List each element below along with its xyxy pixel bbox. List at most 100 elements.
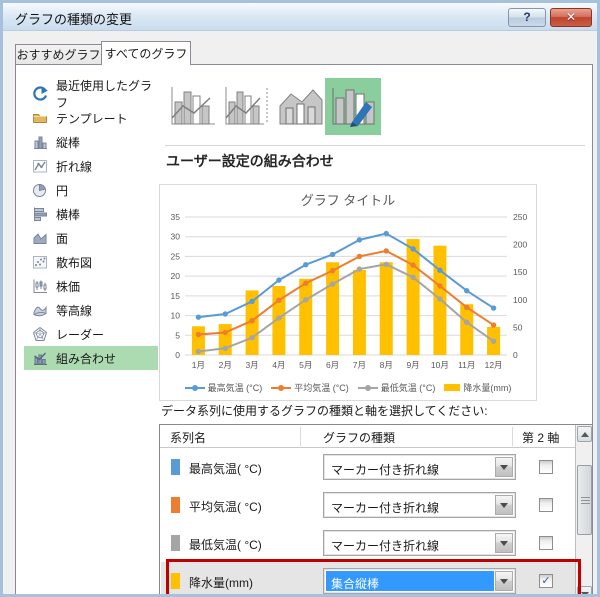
sidebar-item-line[interactable]: 折れ線	[24, 154, 158, 178]
secondary-axis-checkbox[interactable]	[539, 460, 553, 474]
chart-title: グラフ タイトル	[301, 193, 396, 208]
help-button[interactable]: ?	[508, 8, 546, 27]
series-row-avg-temp: 平均気温( °C) マーカー付き折れ線	[161, 486, 576, 524]
tab-recommended-charts[interactable]: おすすめグラフ	[15, 44, 102, 65]
legend-dot	[278, 384, 285, 391]
sidebar-item-scatter[interactable]: 散布図	[24, 250, 158, 274]
instruction-text: データ系列に使用するグラフの種類と軸を選択してください:	[161, 404, 488, 418]
scroll-down-button[interactable]	[577, 586, 592, 594]
combo-variant-stacked-area-clustered-column[interactable]	[273, 78, 329, 135]
svg-text:100: 100	[513, 295, 527, 305]
combo-chart-icon	[34, 352, 47, 365]
svg-text:30: 30	[171, 232, 181, 242]
svg-text:0: 0	[175, 350, 180, 360]
sidebar-item-bar[interactable]: 横棒	[24, 202, 158, 226]
scroll-up-button[interactable]	[577, 426, 592, 442]
svg-text:10月: 10月	[431, 360, 449, 370]
chevron-down-icon	[500, 464, 508, 470]
legend-dot	[191, 384, 198, 391]
secondary-axis-checkbox[interactable]	[539, 498, 553, 512]
close-button[interactable]: ✕	[550, 8, 592, 27]
series-table: 系列名 グラフの種類 第 2 軸 最高気温( °C) マーカー付き折れ線 平均気…	[159, 424, 592, 594]
dropdown-value: マーカー付き折れ線	[331, 501, 440, 515]
svg-text:7月: 7月	[353, 360, 366, 370]
dialog-titlebar[interactable]: グラフの種類の変更 ? ✕	[3, 3, 597, 31]
scrollbar-thumb[interactable]	[577, 465, 592, 535]
sidebar-item-area[interactable]: 面	[24, 226, 158, 250]
chevron-down-icon	[500, 540, 508, 546]
sidebar-item-surface[interactable]: 等高線	[24, 298, 158, 322]
legend-bar-marker	[444, 384, 461, 391]
series-row-precipitation: 降水量(mm) 集合縦棒 ✓	[161, 562, 576, 594]
sidebar-item-label: 組み合わせ	[56, 351, 117, 366]
sidebar-item-pie[interactable]: 円	[24, 178, 158, 202]
section-heading: ユーザー設定の組み合わせ	[166, 153, 334, 169]
dropdown-button[interactable]	[495, 495, 513, 515]
combo-variant-clustered-column-line-secondary-axis[interactable]	[219, 78, 275, 135]
arrow-up-icon	[580, 431, 589, 437]
svg-text:20: 20	[171, 271, 181, 281]
svg-text:50: 50	[513, 322, 523, 332]
header-divider	[300, 427, 301, 446]
change-chart-type-dialog: グラフの種類の変更 ? ✕ おすすめグラフ すべてのグラフ 最近使用したグラフ …	[0, 0, 600, 597]
secondary-axis-checkbox[interactable]	[539, 536, 553, 550]
custom-combination-pencil-icon	[332, 87, 375, 127]
legend-label: 最高気温 (°C)	[207, 383, 263, 393]
chart-type-dropdown[interactable]: 集合縦棒	[323, 568, 516, 594]
table-header: 系列名 グラフの種類 第 2 軸	[160, 425, 575, 448]
dropdown-button[interactable]	[495, 457, 513, 477]
sidebar-item-combo[interactable]: 組み合わせ	[24, 346, 158, 370]
line-series	[195, 248, 497, 338]
all-charts-panel: 最近使用したグラフ テンプレート 縦棒 折れ線 円 横棒 面 散布図 株価 等高…	[15, 64, 593, 594]
line-series	[195, 230, 497, 320]
combo-variant-custom-combination[interactable]	[325, 78, 381, 135]
radar-chart-icon	[32, 326, 48, 341]
tab-all-charts[interactable]: すべてのグラフ	[101, 41, 191, 65]
clustered-column-line-secondary-axis-icon	[225, 86, 268, 124]
svg-text:10: 10	[171, 311, 181, 321]
sidebar-item-label: 折れ線	[56, 159, 93, 174]
legend-line-marker	[357, 384, 378, 391]
secondary-axis-checkbox[interactable]: ✓	[539, 574, 553, 588]
chart-type-dropdown[interactable]: マーカー付き折れ線	[323, 530, 516, 556]
pie-chart-icon	[33, 183, 46, 197]
svg-text:3月: 3月	[245, 360, 258, 370]
sidebar-item-label: 面	[56, 231, 69, 246]
gallery-divider	[165, 145, 585, 146]
header-secondary-axis: 第 2 軸	[522, 431, 560, 445]
sidebar-item-templates[interactable]: テンプレート	[24, 106, 158, 130]
svg-text:8月: 8月	[380, 360, 393, 370]
sidebar-item-stock[interactable]: 株価	[24, 274, 158, 298]
svg-text:250: 250	[513, 212, 527, 222]
svg-text:0: 0	[513, 350, 518, 360]
series-color-swatch	[171, 459, 180, 475]
svg-text:11月: 11月	[458, 360, 475, 370]
series-name: 降水量(mm)	[189, 576, 253, 590]
series-row-max-temp: 最高気温( °C) マーカー付き折れ線	[161, 448, 576, 486]
svg-text:5: 5	[175, 330, 180, 340]
legend-line-marker	[271, 384, 292, 391]
dropdown-value: マーカー付き折れ線	[331, 463, 440, 477]
combo-chart-svg: グラフ タイトル 0 5 10 15 20 25 30 35 0 50 100 150 200 250 1月 2…	[171, 193, 528, 370]
scrollbar-grip	[581, 497, 590, 498]
series-color-swatch	[171, 573, 180, 589]
stock-chart-icon	[33, 279, 47, 293]
series-row-min-temp: 最低気温( °C) マーカー付き折れ線	[161, 524, 576, 562]
svg-text:150: 150	[513, 267, 527, 277]
sidebar-item-radar[interactable]: レーダー	[24, 322, 158, 346]
help-icon: ?	[523, 10, 531, 24]
sidebar-item-label: 円	[56, 183, 69, 198]
legend-dot	[364, 384, 371, 391]
dropdown-button[interactable]	[495, 533, 513, 553]
sidebar-item-column[interactable]: 縦棒	[24, 130, 158, 154]
combo-variant-clustered-column-line[interactable]	[165, 78, 221, 135]
sidebar-item-recent-charts[interactable]: 最近使用したグラフ	[24, 79, 158, 110]
dropdown-button[interactable]	[495, 571, 513, 591]
svg-text:200: 200	[513, 240, 527, 250]
chart-type-dropdown[interactable]: マーカー付き折れ線	[323, 454, 516, 480]
table-scrollbar[interactable]	[575, 425, 592, 594]
dropdown-value: 集合縦棒	[326, 571, 494, 591]
header-series-name: 系列名	[170, 431, 207, 445]
arrow-down-icon	[580, 591, 589, 594]
chart-type-dropdown[interactable]: マーカー付き折れ線	[323, 492, 516, 518]
